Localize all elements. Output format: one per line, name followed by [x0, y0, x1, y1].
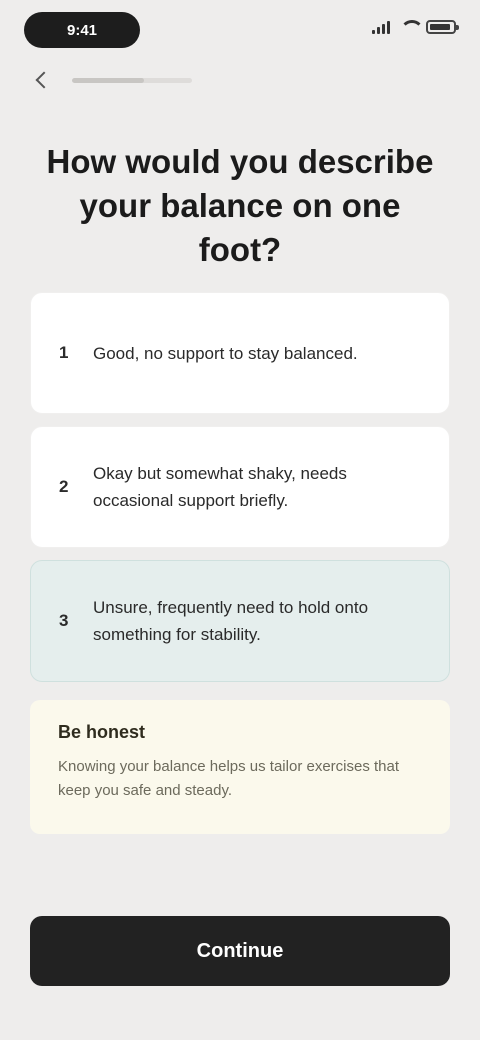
status-time-pill: 9:41	[24, 12, 140, 48]
option-1[interactable]: 1 Good, no support to stay balanced.	[30, 292, 450, 414]
option-label: Unsure, frequently need to hold onto som…	[93, 598, 369, 644]
progress-fill	[72, 77, 144, 83]
signal-icon	[372, 20, 392, 34]
screen: 9:41 How would you describe your balance…	[0, 0, 480, 1040]
option-number: 3	[59, 611, 69, 630]
option-label: Good, no support to stay balanced.	[93, 343, 358, 363]
wifi-icon	[400, 20, 424, 34]
back-arrow-icon[interactable]	[30, 68, 54, 92]
top-nav	[30, 66, 450, 94]
progress-bar	[72, 77, 192, 83]
status-bar: 9:41	[0, 0, 480, 60]
feedback-title: Be honest	[58, 722, 146, 742]
option-number: 2	[59, 477, 69, 496]
feedback-card: Be honest Knowing your balance helps us …	[30, 700, 450, 834]
continue-button-label: Continue	[196, 939, 284, 962]
status-time: 9:41	[66, 21, 98, 39]
status-icons	[372, 20, 459, 34]
battery-icon	[426, 20, 459, 34]
option-number: 1	[59, 343, 69, 362]
cta-fade	[0, 856, 480, 916]
option-3[interactable]: 3 Unsure, frequently need to hold onto s…	[30, 560, 450, 682]
battery-level	[430, 24, 450, 30]
option-2[interactable]: 2 Okay but somewhat shaky, needs occasio…	[30, 426, 450, 548]
option-label: Okay but somewhat shaky, needs occasiona…	[93, 464, 347, 510]
options-list: 1 Good, no support to stay balanced. 2 O…	[30, 292, 450, 694]
feedback-text: Knowing your balance helps us tailor exe…	[58, 758, 400, 799]
question-title: How would you describe your balance on o…	[46, 143, 434, 268]
continue-button[interactable]: Continue	[30, 916, 450, 986]
